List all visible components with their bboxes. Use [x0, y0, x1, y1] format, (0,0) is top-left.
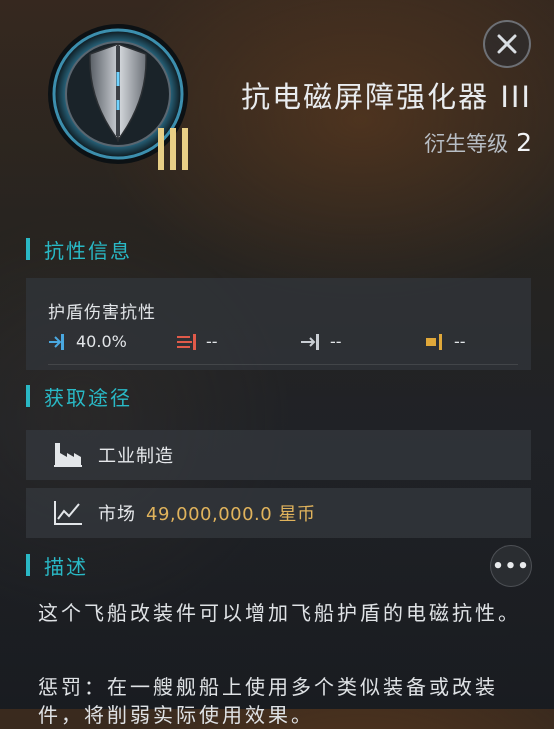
em-damage-icon	[49, 333, 64, 350]
resistance-explosive-value: --	[454, 332, 466, 351]
tier-mark-icon	[158, 128, 188, 170]
section-acquire-title: 获取途径	[44, 385, 132, 410]
resistance-thermal-value: --	[206, 332, 218, 351]
resistance-em-value: 40.0%	[76, 332, 127, 351]
section-resistance-header: 抗性信息	[26, 232, 132, 266]
section-acquire-header: 获取途径	[26, 379, 132, 413]
more-icon: •••	[492, 555, 530, 577]
section-resistance-title: 抗性信息	[44, 238, 132, 263]
section-accent-bar	[26, 554, 30, 576]
resistance-thermal: --	[176, 332, 218, 351]
close-icon	[497, 34, 517, 54]
resistance-explosive: --	[424, 332, 466, 351]
resistance-em: 40.0%	[48, 332, 127, 351]
resistance-kinetic-value: --	[330, 332, 342, 351]
divider	[48, 364, 518, 365]
description-penalty: 惩罚：在一艘舰船上使用多个类似装备或改装件，将削弱实际使用效果。	[38, 675, 498, 727]
section-accent-bar	[26, 238, 30, 260]
item-title: 抗电磁屏障强化器 III	[241, 80, 532, 114]
close-button[interactable]	[483, 20, 531, 68]
factory-icon	[54, 443, 82, 467]
section-description-title: 描述	[44, 554, 88, 579]
section-accent-bar	[26, 385, 30, 407]
acquire-market-label: 市场	[98, 504, 136, 525]
derive-level-value: 2	[516, 128, 532, 157]
description-paragraph: 这个飞船改装件可以增加飞船护盾的电磁抗性。	[38, 601, 521, 625]
resistance-values: 40.0% -- -- --	[48, 332, 518, 356]
resistance-kinetic: --	[300, 332, 342, 351]
section-description-header: 描述	[26, 548, 88, 582]
resistance-card: 护盾伤害抗性 40.0% -- -- --	[26, 278, 531, 370]
acquire-market-row[interactable]: 市场 49,000,000.0 星币	[26, 488, 531, 538]
more-options-button[interactable]: •••	[490, 545, 532, 587]
derive-level-label: 衍生等级	[424, 132, 509, 156]
item-badge	[46, 22, 196, 172]
market-chart-icon	[54, 501, 82, 525]
derive-level: 衍生等级 2	[424, 128, 532, 158]
kinetic-damage-icon	[301, 333, 319, 350]
acquire-industry-label: 工业制造	[98, 446, 174, 467]
explosive-damage-icon	[426, 333, 442, 350]
market-price: 49,000,000.0 星币	[146, 504, 316, 525]
shield-resistance-title: 护盾伤害抗性	[48, 303, 156, 323]
thermal-damage-icon	[177, 333, 196, 350]
acquire-industry-row[interactable]: 工业制造	[26, 430, 531, 480]
